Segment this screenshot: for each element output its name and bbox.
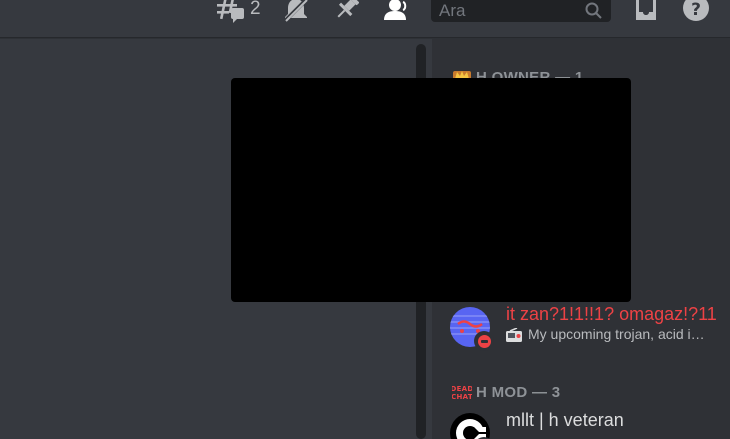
member-activity-text: My upcoming trojan, acid i… <box>528 326 705 342</box>
dead-chat-text-1: DEAD <box>452 385 472 393</box>
member-item[interactable]: mllt | h veteran <box>450 410 730 439</box>
dead-chat-text-2: CHAT <box>452 393 472 401</box>
dead-chat-emoji-icon: DEAD CHAT <box>452 382 472 402</box>
redaction-overlay <box>231 78 631 302</box>
radio-emoji-icon <box>506 327 522 342</box>
member-item[interactable]: it zan?1!1!!1? omagaz!?11 My upcoming tr… <box>450 304 730 351</box>
channel-header: 2 Ara ? <box>0 0 730 38</box>
c-logo-avatar <box>450 413 490 439</box>
threads-icon[interactable] <box>216 0 246 23</box>
threads-count: 2 <box>250 0 261 19</box>
dnd-status-icon <box>474 331 494 351</box>
search-icon <box>585 2 603 25</box>
inbox-icon[interactable] <box>633 0 659 22</box>
member-activity: My upcoming trojan, acid i… <box>506 326 728 343</box>
member-name: mllt | h veteran <box>506 410 624 430</box>
help-icon[interactable]: ? <box>682 0 710 22</box>
mute-notifications-icon[interactable] <box>282 0 310 23</box>
svg-text:?: ? <box>691 0 701 20</box>
member-name: it zan?1!1!!1? omagaz!?11 <box>506 304 717 324</box>
member-list-icon[interactable] <box>381 0 411 22</box>
search-bar[interactable] <box>431 0 611 22</box>
role-header-label: H MOD — 3 <box>476 383 561 401</box>
pinned-messages-icon[interactable] <box>332 0 360 22</box>
role-header-mod: DEAD CHAT H MOD — 3 <box>452 382 560 402</box>
search-input[interactable] <box>431 0 611 22</box>
